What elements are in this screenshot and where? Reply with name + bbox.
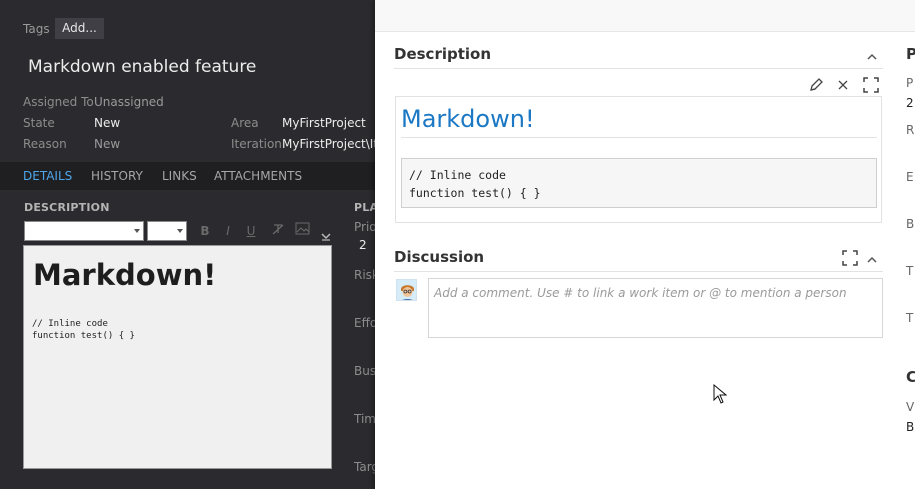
area-value[interactable]: MyFirstProject bbox=[282, 116, 366, 130]
iteration-label: Iteration bbox=[231, 137, 282, 151]
italic-icon[interactable]: I bbox=[220, 222, 236, 240]
markdown-heading: Markdown! bbox=[401, 105, 535, 133]
more-icon[interactable] bbox=[318, 228, 334, 246]
collapse-description-icon[interactable] bbox=[865, 50, 879, 64]
state-value[interactable]: New bbox=[94, 116, 120, 130]
mouse-cursor-icon bbox=[713, 383, 728, 404]
editor-code-line-1: // Inline code bbox=[32, 319, 108, 329]
assigned-to-value[interactable]: Unassigned bbox=[94, 95, 164, 109]
classification-head-partial: C bbox=[906, 368, 915, 386]
maximize-discussion-icon[interactable] bbox=[842, 250, 858, 266]
value-area-value-partial[interactable]: B bbox=[906, 420, 914, 434]
iteration-value[interactable]: MyFirstProject\Ite bbox=[282, 137, 376, 151]
tab-details[interactable]: DETAILS bbox=[23, 169, 72, 183]
collapse-discussion-icon[interactable] bbox=[865, 253, 879, 267]
target-label-partial: T bbox=[906, 311, 914, 325]
image-icon[interactable] bbox=[294, 222, 310, 240]
state-label: State bbox=[23, 116, 55, 130]
editor-heading: Markdown! bbox=[33, 258, 217, 292]
heading-rule bbox=[401, 137, 877, 138]
bold-icon[interactable]: B bbox=[197, 222, 213, 240]
priority-value-partial[interactable]: 2 bbox=[906, 96, 914, 110]
planning-head-partial: P bbox=[906, 45, 915, 63]
work-item-title[interactable]: Markdown enabled feature bbox=[28, 57, 256, 77]
business-label-partial: B bbox=[906, 217, 915, 231]
code-line-1: // Inline code bbox=[409, 168, 506, 182]
assigned-to-label: Assigned To bbox=[23, 95, 94, 109]
clear-format-icon[interactable] bbox=[270, 222, 286, 240]
discussion-title: Discussion bbox=[394, 248, 485, 266]
business-value-label: Bus bbox=[354, 364, 376, 378]
font-family-select[interactable] bbox=[24, 221, 144, 241]
edit-pencil-icon[interactable] bbox=[808, 77, 824, 93]
maximize-description-icon[interactable] bbox=[863, 77, 879, 93]
discussion-divider bbox=[394, 271, 883, 272]
reason-value[interactable]: New bbox=[94, 137, 120, 151]
area-label: Area bbox=[231, 116, 259, 130]
work-item-form: Tags Add... Markdown enabled feature Ass… bbox=[0, 0, 376, 489]
markdown-code-block: // Inline code function test() { } bbox=[401, 158, 877, 208]
tab-history[interactable]: HISTORY bbox=[91, 169, 143, 183]
priority-value[interactable]: 2 bbox=[359, 238, 367, 252]
collapse-toggle-icon[interactable] bbox=[836, 78, 850, 92]
description-editor[interactable]: Markdown! // Inline code function test()… bbox=[23, 245, 332, 469]
tab-attachments[interactable]: ATTACHMENTS bbox=[214, 169, 302, 183]
reason-label: Reason bbox=[23, 137, 67, 151]
tags-label: Tags bbox=[23, 22, 50, 36]
work-item-panel: Description Markdown! // Inline code fun… bbox=[375, 0, 915, 489]
panel-header-strip bbox=[375, 0, 915, 32]
underline-icon[interactable]: U bbox=[243, 222, 259, 240]
code-line-2: function test() { } bbox=[409, 186, 541, 200]
priority-label-partial: P bbox=[906, 76, 914, 90]
user-avatar bbox=[396, 279, 417, 301]
description-title: Description bbox=[394, 45, 492, 63]
add-tag-button[interactable]: Add... bbox=[55, 18, 104, 39]
time-label-partial: T bbox=[906, 264, 914, 278]
tab-links[interactable]: LINKS bbox=[162, 169, 197, 183]
time-criticality-label: Tim bbox=[354, 412, 376, 426]
effort-label-partial: E bbox=[906, 170, 914, 184]
priority-label: Prio bbox=[354, 220, 376, 234]
font-size-select[interactable] bbox=[147, 221, 187, 241]
editor-code-line-2: function test() { } bbox=[32, 331, 135, 341]
description-section-header: DESCRIPTION bbox=[24, 201, 110, 214]
comment-input[interactable]: Add a comment. Use # to link a work item… bbox=[428, 278, 883, 338]
target-date-label: Targ bbox=[354, 460, 376, 474]
description-divider bbox=[394, 68, 883, 69]
description-render[interactable]: Markdown! // Inline code function test()… bbox=[395, 96, 882, 223]
value-area-label-partial: V bbox=[906, 400, 915, 414]
risk-label-partial: R bbox=[906, 123, 915, 137]
planning-section-header: PLA bbox=[354, 201, 376, 214]
editor-code-block: // Inline code function test() { } bbox=[32, 318, 135, 342]
effort-label: Effo bbox=[354, 316, 376, 330]
risk-label: Risk bbox=[354, 268, 376, 282]
